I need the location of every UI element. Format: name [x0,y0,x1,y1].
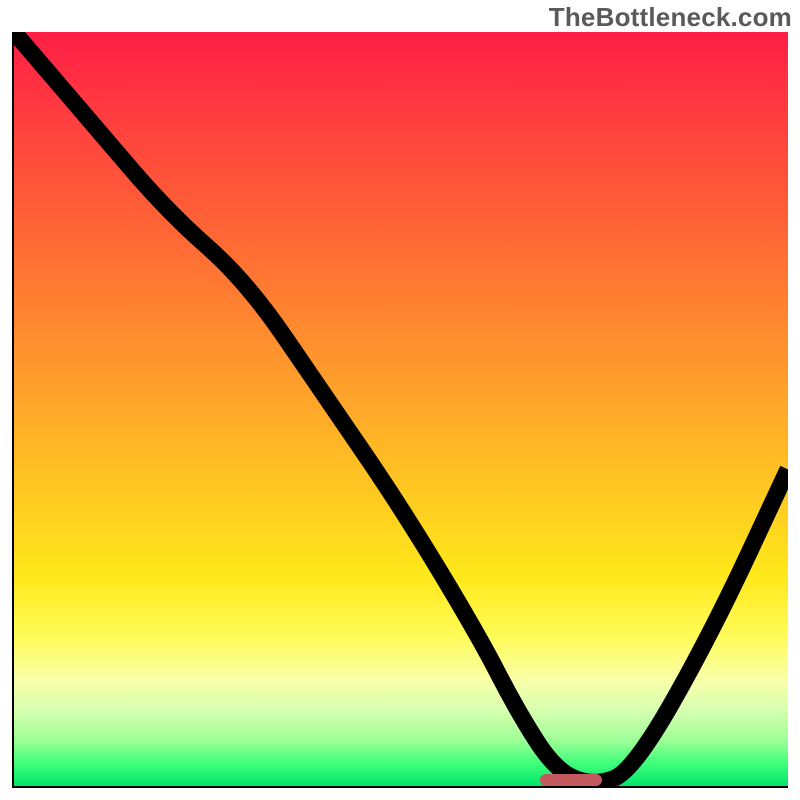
curve-path [14,32,788,782]
watermark-text: TheBottleneck.com [549,2,792,33]
chart-frame: TheBottleneck.com [0,0,800,800]
plot-area [12,32,788,788]
bottleneck-curve [14,32,788,786]
optimal-zone-marker [540,774,602,786]
